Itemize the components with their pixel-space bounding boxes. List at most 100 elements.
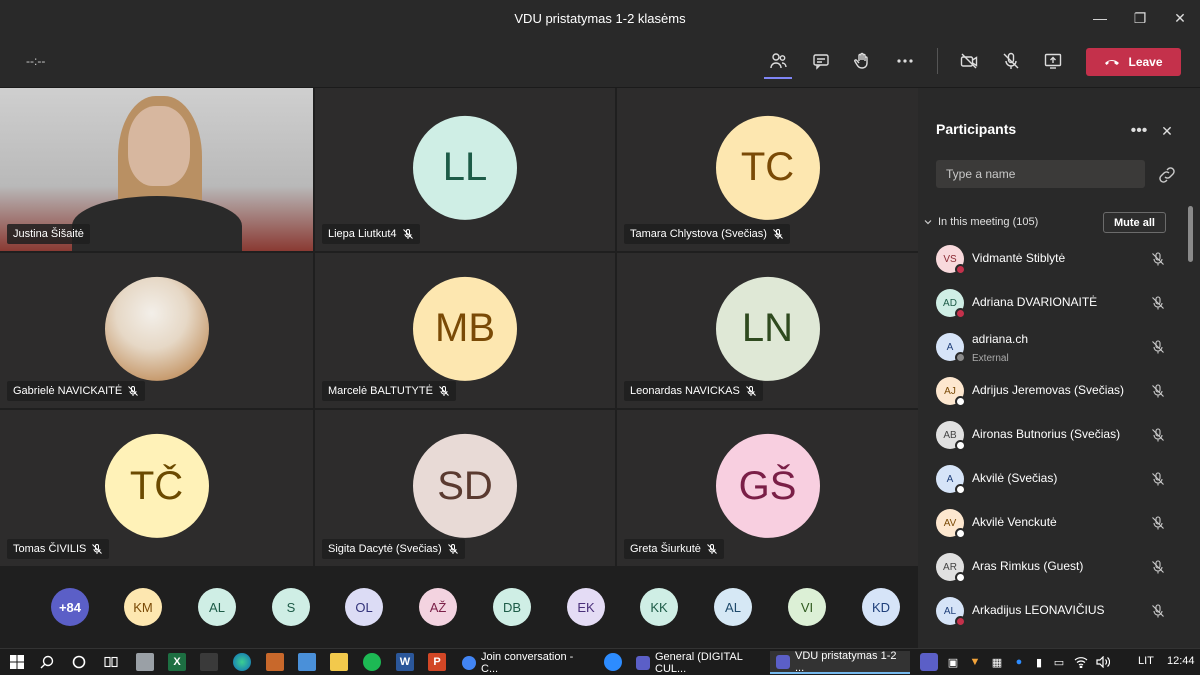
participant-avatar: VS — [936, 245, 966, 275]
participant-avatar: AD — [936, 289, 966, 319]
paint-icon[interactable] — [266, 653, 284, 671]
share-screen-icon[interactable] — [1037, 46, 1069, 76]
tray-zoom-icon[interactable]: ● — [1010, 653, 1028, 671]
tray-app-icon[interactable]: ▣ — [944, 653, 962, 671]
panel-more-icon[interactable]: ••• — [1128, 120, 1150, 142]
mic-off-icon[interactable] — [1150, 251, 1166, 267]
mic-off-icon — [128, 386, 139, 396]
solitaire-icon[interactable] — [200, 653, 218, 671]
window-titlebar: VDU pristatymas 1-2 klasėms — ❐ ✕ — [0, 0, 1200, 36]
mute-all-button[interactable]: Mute all — [1103, 212, 1166, 233]
participant-name-tag: Marcelė BALTUTYTĖ — [322, 381, 456, 401]
participant-tile[interactable]: GŠ Greta Šiurkutė — [617, 410, 918, 566]
participant-name-tag: Greta Šiurkutė — [624, 539, 724, 559]
participant-name-tag: Justina Šišaitė — [7, 224, 90, 244]
file-explorer-icon[interactable] — [330, 653, 348, 671]
word-icon[interactable]: W — [396, 653, 414, 671]
participant-row[interactable]: A adriana.ch External — [918, 326, 1186, 370]
chat-icon[interactable] — [805, 46, 837, 76]
participant-tile[interactable]: Gabrielė NAVICKAITĖ — [0, 253, 313, 408]
more-actions-icon[interactable] — [889, 46, 921, 76]
participant-search-input[interactable] — [936, 160, 1145, 188]
panel-close-icon[interactable]: ✕ — [1156, 120, 1178, 142]
maximize-icon[interactable]: ❐ — [1120, 0, 1160, 36]
mic-off-icon[interactable] — [1150, 603, 1166, 619]
task-view-icon[interactable] — [102, 653, 120, 671]
strip-avatar[interactable]: OL — [345, 588, 383, 626]
strip-avatar[interactable]: KK — [640, 588, 678, 626]
mic-off-icon[interactable] — [1150, 515, 1166, 531]
participant-row[interactable]: VS Vidmantė Stiblytė — [918, 238, 1186, 282]
share-invite-link-icon[interactable] — [1156, 164, 1178, 186]
presence-status-icon — [955, 440, 966, 451]
presence-status-icon — [955, 572, 966, 583]
participant-avatar: LN — [715, 276, 820, 381]
participant-row[interactable]: AB Aironas Butnorius (Svečias) — [918, 414, 1186, 458]
calculator-icon[interactable] — [136, 653, 154, 671]
chrome-icon — [462, 655, 476, 670]
participant-row[interactable]: AV Akvilė Venckutė — [918, 502, 1186, 546]
windows-start-icon[interactable] — [8, 653, 26, 671]
spotify-icon[interactable] — [363, 653, 381, 671]
powerpoint-icon[interactable]: P — [428, 653, 446, 671]
taskbar-app-teams-general[interactable]: General (DIGITAL CUL... — [630, 651, 766, 675]
participant-tile[interactable]: TČ Tomas ČIVILIS — [0, 410, 313, 566]
close-window-icon[interactable]: ✕ — [1160, 0, 1200, 36]
participant-tile[interactable]: LN Leonardas NAVICKAS — [617, 253, 918, 408]
zoom-icon[interactable] — [604, 653, 622, 671]
microphone-icon[interactable]: ▮ — [1030, 653, 1048, 671]
in-meeting-section-toggle[interactable]: In this meeting (105) — [924, 216, 1038, 228]
clock[interactable]: 12:44 — [1167, 655, 1195, 667]
wifi-icon[interactable] — [1072, 653, 1090, 671]
strip-avatar[interactable]: AL — [198, 588, 236, 626]
tray-app-icon[interactable]: ▦ — [988, 653, 1006, 671]
participant-row[interactable]: AJ Adrijus Jeremovas (Svečias) — [918, 370, 1186, 414]
excel-icon[interactable]: X — [168, 653, 186, 671]
participant-row[interactable]: A Akvilė (Svečias) — [918, 458, 1186, 502]
cortana-icon[interactable] — [70, 653, 88, 671]
strip-avatar[interactable]: VI — [788, 588, 826, 626]
mic-off-icon[interactable] — [1150, 295, 1166, 311]
input-language[interactable]: LIT — [1138, 655, 1154, 667]
participant-row[interactable]: AL Arkadijus LEONAVIČIUS — [918, 590, 1186, 634]
camera-off-icon[interactable] — [953, 46, 985, 76]
mic-off-icon[interactable] — [1150, 339, 1166, 355]
participant-tile[interactable]: MB Marcelė BALTUTYTĖ — [315, 253, 615, 408]
taskbar-app-chrome[interactable]: Join conversation - C... — [456, 651, 592, 675]
mic-off-icon[interactable] — [1150, 427, 1166, 443]
edge-browser-icon[interactable] — [233, 653, 251, 671]
leave-button[interactable]: Leave — [1086, 48, 1181, 76]
minimize-icon[interactable]: — — [1080, 0, 1120, 36]
participant-tile[interactable]: LL Liepa Liutkut4 — [315, 88, 615, 251]
mic-off-icon[interactable] — [1150, 383, 1166, 399]
participant-row[interactable]: AD Adriana DVARIONAITĖ — [918, 282, 1186, 326]
participants-icon[interactable] — [762, 46, 794, 76]
participant-row[interactable]: AR Aras Rimkus (Guest) — [918, 546, 1186, 590]
participant-avatar: MB — [413, 276, 517, 381]
participant-tile[interactable]: Justina Šišaitė — [0, 88, 313, 251]
control-panel-icon[interactable] — [298, 653, 316, 671]
battery-icon[interactable]: ▭ — [1050, 653, 1068, 671]
strip-avatar[interactable]: AŽ — [419, 588, 457, 626]
teams-tray-icon[interactable] — [920, 653, 938, 671]
participant-avatar: AR — [936, 553, 966, 583]
mic-off-icon[interactable] — [995, 46, 1027, 76]
taskbar-app-teams-meeting[interactable]: VDU pristatymas 1-2 ... — [770, 650, 910, 674]
participant-tile[interactable]: TC Tamara Chlystova (Svečias) — [617, 88, 918, 251]
strip-avatar[interactable]: S — [272, 588, 310, 626]
mic-off-icon[interactable] — [1150, 559, 1166, 575]
raise-hand-icon[interactable] — [846, 46, 878, 76]
strip-avatar[interactable]: EK — [567, 588, 605, 626]
tray-vlc-icon[interactable]: ▼ — [966, 653, 984, 671]
participant-name: Adrijus Jeremovas (Svečias) — [972, 383, 1125, 397]
participant-tile[interactable]: SD Sigita Dacytė (Svečias) — [315, 410, 615, 566]
strip-avatar[interactable]: AL — [714, 588, 752, 626]
volume-icon[interactable] — [1094, 653, 1112, 671]
overflow-participants-button[interactable]: +84 — [51, 588, 89, 626]
strip-avatar[interactable]: KM — [124, 588, 162, 626]
search-icon[interactable] — [38, 653, 56, 671]
strip-avatar[interactable]: KD — [862, 588, 900, 626]
strip-avatar[interactable]: DB — [493, 588, 531, 626]
mic-off-icon[interactable] — [1150, 471, 1166, 487]
panel-scrollbar[interactable] — [1188, 206, 1193, 262]
